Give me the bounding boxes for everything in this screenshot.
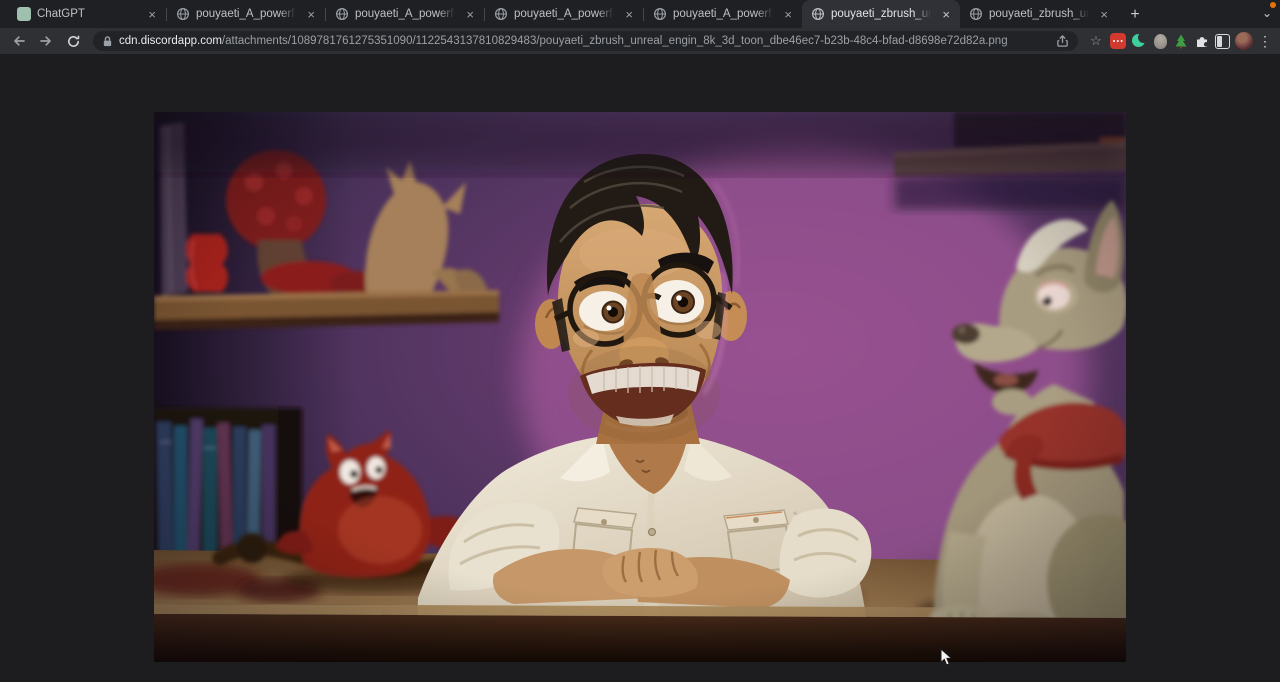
reload-button[interactable] — [62, 30, 84, 52]
close-icon[interactable]: × — [463, 7, 477, 22]
extensions-puzzle-icon[interactable] — [1194, 33, 1210, 49]
new-tab-button[interactable]: + — [1122, 2, 1148, 28]
globe-favicon — [811, 7, 825, 21]
globe-favicon — [335, 7, 349, 21]
update-notification-dot — [1270, 2, 1276, 8]
close-icon[interactable]: × — [939, 7, 953, 22]
bookmark-star-icon[interactable]: ☆ — [1087, 33, 1105, 49]
tab-title: pouyaeti_A_powerful_modern — [196, 8, 298, 20]
chatgpt-favicon — [17, 7, 31, 21]
url-path: /attachments/1089781761275351090/1122543… — [222, 35, 1008, 47]
close-icon[interactable]: × — [145, 7, 159, 22]
url-text: cdn.discordapp.com/attachments/108978176… — [119, 35, 1050, 47]
mouse-cursor — [940, 648, 952, 666]
back-button[interactable] — [8, 30, 30, 52]
globe-favicon — [969, 7, 983, 21]
tab-title: pouyaeti_A_powerful_modern — [673, 8, 775, 20]
tab-bar: ChatGPT × pouyaeti_A_powerful_modern × p… — [0, 0, 1280, 28]
tab-title: ChatGPT — [37, 8, 139, 20]
gray-mouse-extension-icon[interactable] — [1154, 34, 1167, 49]
globe-favicon — [653, 7, 667, 21]
tab-powerful-modern-2[interactable]: pouyaeti_A_powerful_modern × — [326, 0, 484, 28]
lock-icon — [102, 35, 113, 48]
close-icon[interactable]: × — [304, 7, 318, 22]
forward-button[interactable] — [35, 30, 57, 52]
vignette — [154, 112, 1126, 662]
url-domain: cdn.discordapp.com — [119, 35, 222, 47]
tab-title: pouyaeti_A_powerful_modern — [514, 8, 616, 20]
close-icon[interactable]: × — [781, 7, 795, 22]
toolbar: cdn.discordapp.com/attachments/108978176… — [0, 28, 1280, 54]
close-icon[interactable]: × — [1097, 7, 1111, 22]
top-shadow — [154, 112, 1126, 172]
tab-powerful-modern-4[interactable]: pouyaeti_A_powerful_modern × — [644, 0, 802, 28]
tab-title: pouyaeti_A_powerful_modern — [355, 8, 457, 20]
discord-image-attachment[interactable] — [154, 112, 1126, 662]
side-panel-icon[interactable] — [1215, 34, 1230, 49]
toon-scene — [154, 112, 1126, 662]
tab-chatgpt[interactable]: ChatGPT × — [8, 0, 166, 28]
page-content — [0, 54, 1280, 682]
address-bar[interactable]: cdn.discordapp.com/attachments/108978176… — [93, 31, 1078, 51]
browser-window: ChatGPT × pouyaeti_A_powerful_modern × p… — [0, 0, 1280, 682]
tab-search-chevron-icon[interactable]: ⌄ — [1262, 6, 1272, 20]
globe-favicon — [494, 7, 508, 21]
dark-reader-crescent-icon[interactable] — [1131, 33, 1147, 49]
tab-zbrush-unreal-2[interactable]: pouyaeti_zbrush_unreal_engin × — [960, 0, 1118, 28]
tab-powerful-modern-3[interactable]: pouyaeti_A_powerful_modern × — [485, 0, 643, 28]
tab-title: pouyaeti_zbrush_unreal_engin — [989, 8, 1091, 20]
globe-favicon — [176, 7, 190, 21]
tab-powerful-modern-1[interactable]: pouyaeti_A_powerful_modern × — [167, 0, 325, 28]
tab-title: pouyaeti_zbrush_unreal_engin — [831, 8, 933, 20]
share-icon[interactable] — [1056, 34, 1069, 48]
tab-zbrush-unreal-active[interactable]: pouyaeti_zbrush_unreal_engin × — [802, 0, 960, 28]
browser-menu-dots-icon[interactable]: ⋮ — [1258, 33, 1272, 50]
red-extension-icon[interactable] — [1110, 33, 1126, 49]
profile-avatar[interactable] — [1235, 32, 1253, 50]
tree-extension-icon[interactable] — [1173, 33, 1189, 49]
close-icon[interactable]: × — [622, 7, 636, 22]
